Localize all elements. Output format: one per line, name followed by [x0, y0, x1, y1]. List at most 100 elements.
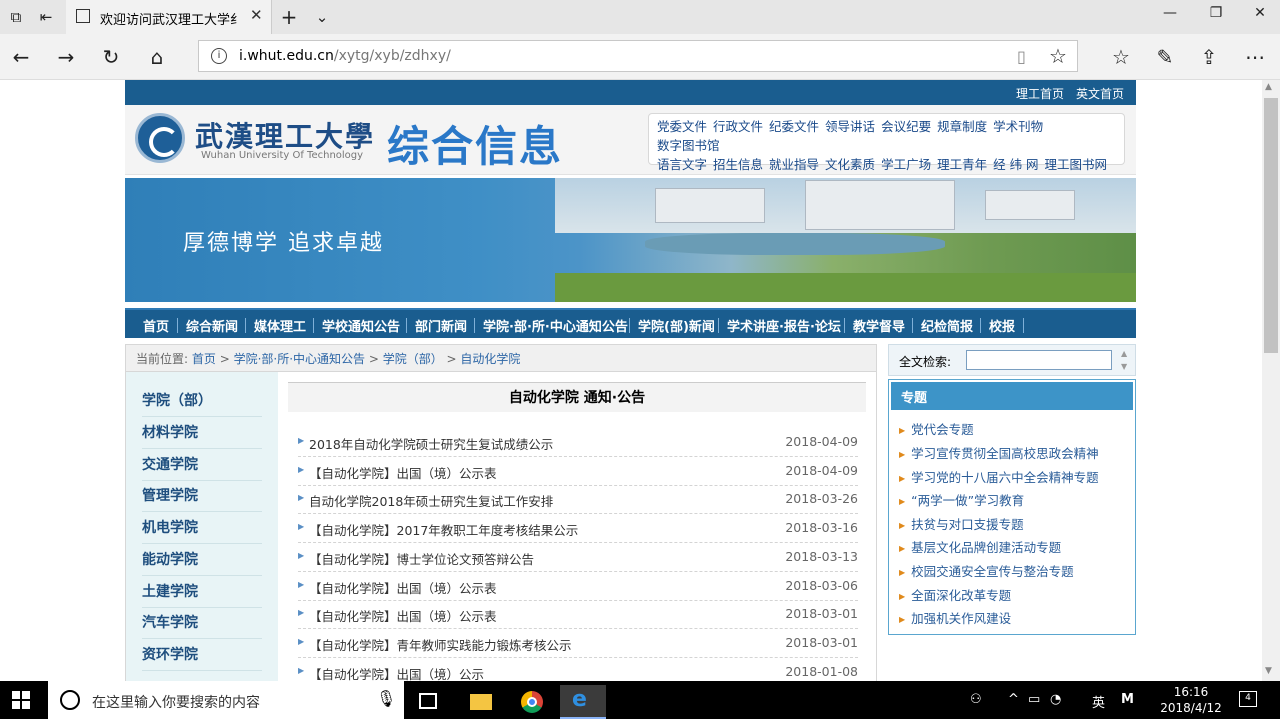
topic-link[interactable]: ▶ 党代会专题 [899, 419, 974, 438]
nav-lectures[interactable]: 学术讲座·报告·论坛 [727, 316, 841, 335]
menu-item[interactable]: 交通学院 [142, 449, 262, 481]
address-bar[interactable]: i i.whut.edu.cn/xytg/xyb/zdhxy/ ▯ ☆ [198, 40, 1078, 72]
notice-title[interactable]: 【自动化学院】青年教师实践能力锻炼考核公示 [309, 635, 572, 654]
close-tab-icon[interactable]: ✕ [250, 6, 263, 24]
notice-title[interactable]: 自动化学院2018年硕士研究生复试工作安排 [309, 491, 553, 510]
topic-link[interactable]: ▶ 扶贫与对口支援专题 [899, 514, 1024, 533]
url-text[interactable]: i.whut.edu.cn/xytg/xyb/zdhxy/ [239, 48, 451, 64]
nav-school-notice[interactable]: 学校通知公告 [322, 316, 400, 335]
nav-supervision[interactable]: 教学督导 [853, 316, 905, 335]
link-home[interactable]: 理工首页 [1016, 85, 1064, 102]
notice-title[interactable]: 【自动化学院】出国（境）公示表 [309, 463, 497, 482]
clock[interactable]: 16:16 2018/4/12 [1151, 684, 1231, 716]
topic-label[interactable]: 学习党的十八届六中全会精神专题 [911, 470, 1099, 485]
ime-mode[interactable]: M [1121, 692, 1134, 707]
battery-icon[interactable]: ▭ [1028, 692, 1040, 707]
menu-item[interactable]: 资环学院 [142, 639, 262, 671]
favorites-hub-icon[interactable]: ☆ [1108, 44, 1134, 70]
tab-list-icon[interactable]: ⧉ [6, 7, 26, 27]
nav-home[interactable]: 首页 [143, 316, 169, 335]
search-scroll-arrows-icon[interactable]: ▲ ▼ [1121, 347, 1135, 375]
breadcrumb-item[interactable]: 首页 [192, 352, 216, 366]
notice-row[interactable]: ▶ 【自动化学院】出国（境）公示表 2018-04-09 [298, 457, 858, 486]
favorite-star-icon[interactable]: ☆ [1049, 44, 1067, 68]
topic-label[interactable]: “两学一做”学习教育 [911, 493, 1024, 508]
close-window-icon[interactable]: ✕ [1248, 5, 1272, 27]
tab-preview-chevron-icon[interactable]: ⌄ [312, 7, 332, 27]
scroll-down-icon[interactable]: ▼ [1265, 666, 1272, 676]
notice-row[interactable]: ▶ 【自动化学院】出国（境）公示 2018-01-08 [298, 658, 858, 681]
file-explorer-icon[interactable] [458, 685, 502, 719]
menu-item[interactable]: 材料学院 [142, 417, 262, 449]
home-icon[interactable]: ⌂ [144, 44, 170, 70]
new-tab-icon[interactable]: + [279, 7, 299, 27]
topic-link[interactable]: ▶ 校园交通安全宣传与整治专题 [899, 561, 1074, 580]
nav-media[interactable]: 媒体理工 [254, 316, 306, 335]
topic-label[interactable]: 加强机关作风建设 [911, 611, 1011, 626]
quick-link[interactable]: 就业指导 [769, 157, 819, 172]
browser-tab[interactable]: 欢迎访问武汉理工大学纟 ✕ [66, 0, 272, 34]
task-view-icon[interactable] [406, 685, 450, 719]
topic-link[interactable]: ▶ 学习宣传贯彻全国高校思政会精神 [899, 443, 1099, 462]
action-center-icon[interactable]: 4 [1239, 691, 1257, 707]
notice-row[interactable]: ▶ 2018年自动化学院硕士研究生复试成绩公示 2018-04-09 [298, 428, 858, 457]
windows-start-icon[interactable] [12, 691, 30, 709]
back-icon[interactable]: ← [8, 44, 34, 70]
scroll-thumb[interactable] [1264, 98, 1278, 353]
topic-label[interactable]: 学习宣传贯彻全国高校思政会精神 [911, 446, 1099, 461]
web-note-icon[interactable]: ✎ [1152, 44, 1178, 70]
chrome-icon[interactable] [510, 685, 554, 719]
menu-item[interactable]: 能动学院 [142, 544, 262, 576]
refresh-icon[interactable]: ↻ [98, 44, 124, 70]
notice-row[interactable]: ▶ 【自动化学院】青年教师实践能力锻炼考核公示 2018-03-01 [298, 629, 858, 658]
notice-title[interactable]: 2018年自动化学院硕士研究生复试成绩公示 [309, 434, 553, 453]
quick-link[interactable]: 学工广场 [881, 157, 931, 172]
notice-title[interactable]: 【自动化学院】2017年教职工年度考核结果公示 [309, 520, 578, 539]
page-scrollbar[interactable]: ▲ ▼ [1262, 80, 1280, 681]
menu-item[interactable]: 管理学院 [142, 480, 262, 512]
nav-newspaper[interactable]: 校报 [989, 316, 1015, 335]
quick-link[interactable]: 理工图书网 [1045, 157, 1108, 172]
topic-link[interactable]: ▶ 加强机关作风建设 [899, 608, 1011, 627]
quick-link[interactable]: 招生信息 [713, 157, 763, 172]
cortana-icon[interactable] [60, 690, 80, 710]
notice-row[interactable]: ▶ 【自动化学院】2017年教职工年度考核结果公示 2018-03-16 [298, 514, 858, 543]
maximize-icon[interactable]: ❐ [1204, 5, 1228, 27]
nav-dept-news[interactable]: 部门新闻 [415, 316, 467, 335]
topic-link[interactable]: ▶ “两学一做”学习教育 [899, 490, 1024, 509]
quick-link[interactable]: 会议纪要 [881, 119, 931, 134]
notice-title[interactable]: 【自动化学院】出国（境）公示 [309, 664, 484, 681]
quick-link[interactable]: 数字图书馆 [657, 138, 720, 153]
topic-label[interactable]: 全面深化改革专题 [911, 588, 1011, 603]
search-input[interactable] [966, 350, 1112, 370]
menu-item[interactable]: 机电学院 [142, 512, 262, 544]
link-english[interactable]: 英文首页 [1076, 85, 1124, 102]
topic-link[interactable]: ▶ 学习党的十八届六中全会精神专题 [899, 467, 1099, 486]
reading-view-icon[interactable]: ▯ [1017, 47, 1026, 66]
wifi-icon[interactable]: ◔ [1050, 692, 1061, 707]
nav-college-notice[interactable]: 学院·部·所·中心通知公告 [483, 316, 628, 335]
share-icon[interactable]: ⇪ [1196, 44, 1222, 70]
quick-link[interactable]: 纪委文件 [769, 119, 819, 134]
notice-row[interactable]: ▶ 【自动化学院】出国（境）公示表 2018-03-06 [298, 572, 858, 601]
show-hidden-icons-icon[interactable]: ^ [1008, 692, 1019, 707]
quick-link[interactable]: 规章制度 [937, 119, 987, 134]
set-aside-tabs-icon[interactable]: ⇤ [36, 7, 56, 27]
quick-link[interactable]: 党委文件 [657, 119, 707, 134]
quick-link[interactable]: 学术刊物 [993, 119, 1043, 134]
edge-icon[interactable]: e [560, 685, 606, 719]
people-icon[interactable]: ⚇ [970, 692, 982, 707]
more-icon[interactable]: ⋯ [1242, 44, 1268, 70]
nav-discipline[interactable]: 纪检简报 [921, 316, 973, 335]
quick-link[interactable]: 文化素质 [825, 157, 875, 172]
topic-link[interactable]: ▶ 基层文化品牌创建活动专题 [899, 537, 1061, 556]
quick-link[interactable]: 领导讲话 [825, 119, 875, 134]
quick-link[interactable]: 经 纬 网 [993, 157, 1038, 172]
nav-college-news[interactable]: 学院(部)新闻 [638, 316, 715, 335]
notice-title[interactable]: 【自动化学院】出国（境）公示表 [309, 606, 497, 625]
topic-label[interactable]: 基层文化品牌创建活动专题 [911, 540, 1061, 555]
topic-label[interactable]: 校园交通安全宣传与整治专题 [911, 564, 1074, 579]
breadcrumb-item[interactable]: 自动化学院 [460, 352, 520, 366]
breadcrumb-item[interactable]: 学院（部） [383, 352, 443, 366]
topic-label[interactable]: 扶贫与对口支援专题 [911, 517, 1024, 532]
